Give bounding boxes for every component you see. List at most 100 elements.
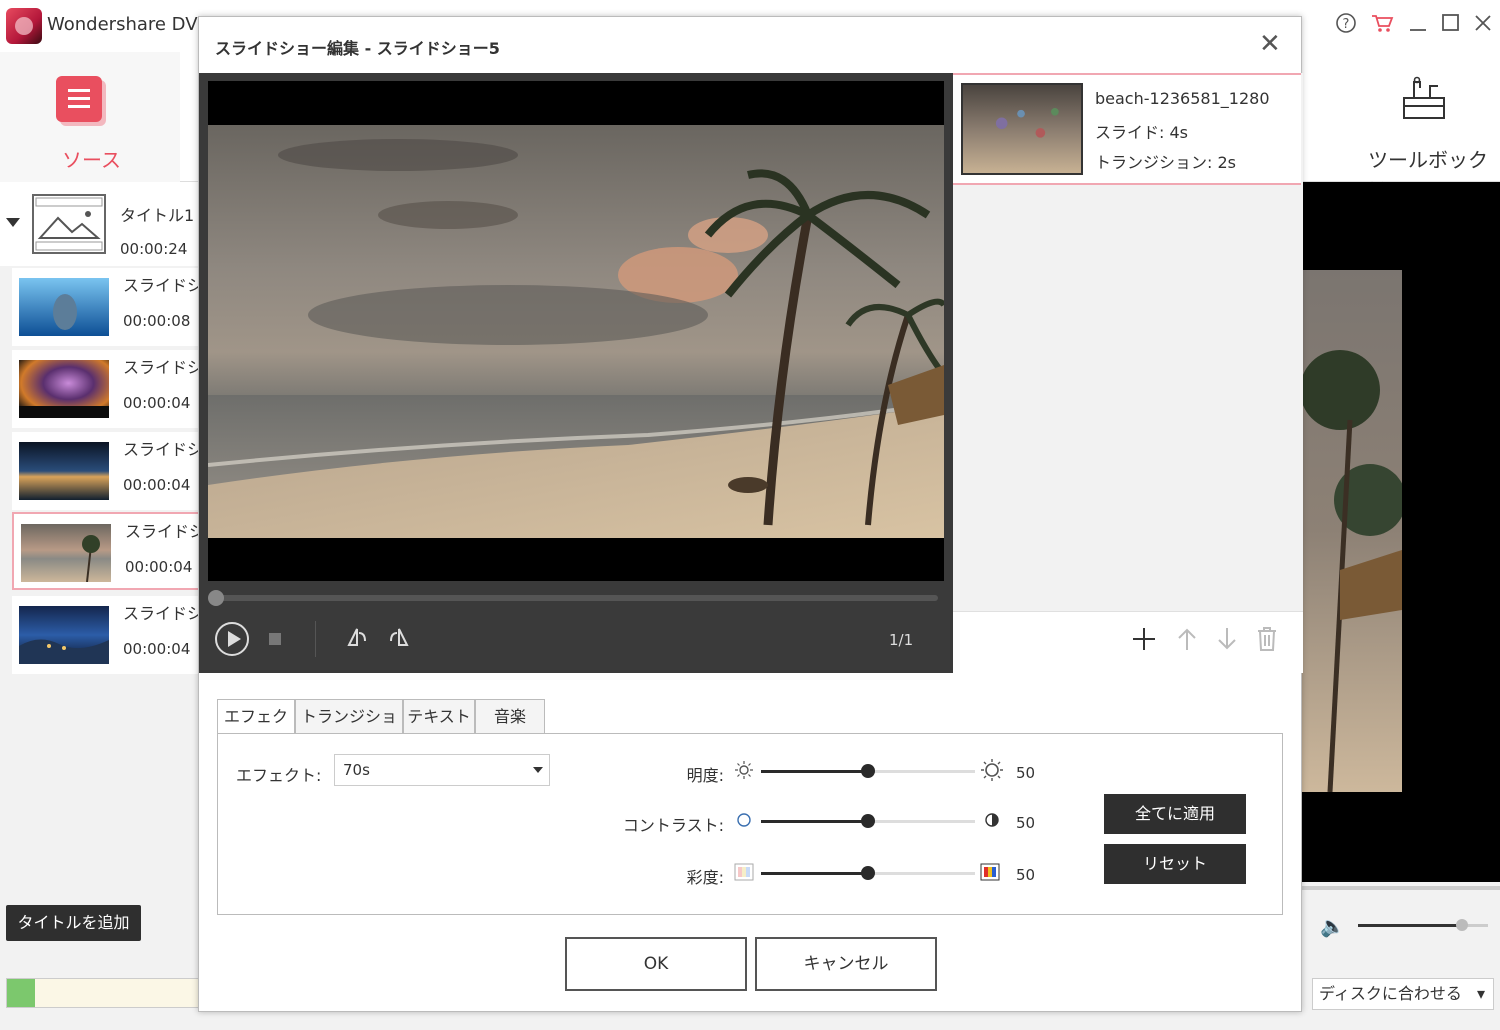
main-window: Wondershare DVD ? ソース ツールボックス — [0, 0, 1500, 1030]
nav-chevron — [148, 52, 178, 182]
trash-icon[interactable] — [1255, 626, 1279, 659]
move-up-icon[interactable] — [1175, 626, 1199, 659]
slide-thumbnail — [19, 360, 109, 418]
contrast-low-icon — [734, 812, 754, 832]
add-icon[interactable] — [1131, 626, 1157, 659]
move-down-icon[interactable] — [1215, 626, 1239, 659]
ok-button[interactable]: OK — [565, 937, 747, 991]
seek-knob[interactable] — [208, 590, 224, 606]
volume-icon[interactable]: 🔈 — [1320, 914, 1345, 938]
slide-thumbnail — [961, 83, 1083, 175]
brightness-low-icon — [734, 760, 754, 784]
tab-music[interactable]: 音楽 — [475, 699, 545, 733]
slideshow-edit-dialog: スライドショー編集 - スライドショー5 ✕ 1/1 beach-1236581… — [198, 16, 1303, 1012]
svg-text:?: ? — [1343, 17, 1350, 32]
video-viewport — [208, 81, 944, 581]
contrast-slider[interactable] — [761, 814, 975, 828]
contrast-high-icon — [982, 812, 1002, 832]
saturation-knob[interactable] — [861, 866, 875, 880]
document-icon — [56, 76, 102, 122]
tab-effects[interactable]: エフェクト — [217, 699, 295, 760]
dialog-close-icon[interactable]: ✕ — [1259, 29, 1281, 59]
image-placeholder-icon — [32, 194, 106, 254]
brightness-high-icon — [980, 758, 1003, 786]
saturation-label: 彩度: — [686, 868, 724, 887]
rotate-right-icon[interactable] — [387, 625, 411, 655]
slide-duration: 00:00:04 — [123, 394, 191, 412]
slide-duration: 00:00:04 — [125, 558, 193, 576]
slide-thumbnail — [19, 606, 109, 664]
slide-name: スライドショー1 — [123, 276, 200, 295]
slide-duration: スライド: 4s — [1095, 123, 1188, 142]
dialog-slide-list: beach-1236581_1280 スライド: 4s トランジション: 2s — [953, 73, 1303, 611]
tab-transition[interactable]: トランジション — [295, 699, 403, 760]
slide-duration: 00:00:04 — [123, 640, 191, 658]
effect-select[interactable]: 70s — [334, 754, 550, 786]
slide-filename: beach-1236581_1280 — [1095, 89, 1270, 108]
preview-image — [1300, 270, 1402, 792]
help-icon[interactable]: ? — [1331, 8, 1361, 38]
seek-bar[interactable] — [208, 590, 938, 606]
brightness-knob[interactable] — [861, 764, 875, 778]
saturation-fill — [761, 872, 868, 875]
preview-progress-bar[interactable] — [1300, 886, 1500, 890]
transition-duration: トランジション: 2s — [1095, 153, 1236, 172]
tab-text[interactable]: テキスト — [403, 699, 475, 733]
contrast-label: コントラスト: — [622, 816, 724, 835]
page-counter: 1/1 — [889, 631, 914, 649]
brightness-label: 明度: — [686, 766, 724, 785]
beach-photo — [208, 125, 944, 538]
reset-button[interactable]: リセット — [1104, 844, 1246, 884]
close-icon[interactable] — [1468, 8, 1498, 38]
video-player: 1/1 — [199, 73, 953, 673]
cart-icon[interactable] — [1367, 8, 1397, 38]
fit-disc-select[interactable]: ディスクに合わせる — [1312, 978, 1494, 1010]
nav-source-label: ソース — [62, 148, 121, 172]
collapse-caret-icon[interactable] — [6, 218, 20, 227]
list-item[interactable]: スライドショー3 00:00:04 — [12, 432, 200, 510]
saturation-slider[interactable] — [761, 866, 975, 880]
title-item[interactable]: タイトル1 00:00:24 — [0, 182, 200, 266]
title-list-pane: タイトル1 00:00:24 スライドショー1 00:00:08 スライドショー… — [0, 182, 202, 890]
slide-duration: 00:00:08 — [123, 312, 191, 330]
rotate-left-icon[interactable] — [345, 625, 369, 655]
slide-thumbnail — [19, 442, 109, 500]
slide-thumbnail — [21, 524, 111, 582]
slide-list-toolbar — [953, 611, 1303, 673]
minimize-icon[interactable] — [1403, 8, 1433, 38]
slide-thumbnail — [19, 278, 109, 336]
dialog-title: スライドショー編集 - スライドショー5 — [215, 39, 500, 58]
list-item[interactable]: スライドショー6 00:00:04 — [12, 596, 200, 674]
cancel-button[interactable]: キャンセル — [755, 937, 937, 991]
volume-fill — [1358, 924, 1462, 927]
brightness-fill — [761, 770, 868, 773]
brightness-slider[interactable] — [761, 764, 975, 778]
list-item[interactable]: スライドショー1 00:00:08 — [12, 268, 200, 346]
volume-slider[interactable] — [1358, 919, 1488, 931]
saturation-value: 50 — [1016, 866, 1036, 884]
contrast-value: 50 — [1016, 814, 1036, 832]
list-item[interactable]: スライドショー2 00:00:04 — [12, 350, 200, 428]
saturation-high-icon — [980, 863, 1000, 885]
effect-label: エフェクト: — [236, 766, 322, 785]
slide-name: スライドショー2 — [123, 358, 200, 377]
add-title-button[interactable]: タイトルを追加 — [6, 905, 141, 941]
slide-name: スライドショー6 — [123, 604, 200, 623]
slide-name: スライドショー3 — [123, 440, 200, 459]
toolbox-icon[interactable] — [1400, 76, 1448, 122]
brightness-value: 50 — [1016, 764, 1036, 782]
list-item-selected[interactable]: スライドショー5 00:00:04 — [12, 512, 202, 590]
title-duration: 00:00:24 — [120, 240, 188, 258]
apply-all-button[interactable]: 全てに適用 — [1104, 794, 1246, 834]
disc-capacity-bar — [6, 978, 206, 1008]
slide-duration: 00:00:04 — [123, 476, 191, 494]
play-icon[interactable] — [215, 622, 249, 656]
volume-knob[interactable] — [1456, 919, 1468, 931]
stop-icon[interactable] — [269, 633, 281, 645]
app-logo — [6, 8, 42, 44]
control-divider — [315, 621, 316, 657]
maximize-icon[interactable] — [1436, 8, 1466, 38]
title-name: タイトル1 — [120, 206, 195, 225]
contrast-knob[interactable] — [861, 814, 875, 828]
list-item-selected[interactable]: beach-1236581_1280 スライド: 4s トランジション: 2s — [953, 73, 1301, 185]
